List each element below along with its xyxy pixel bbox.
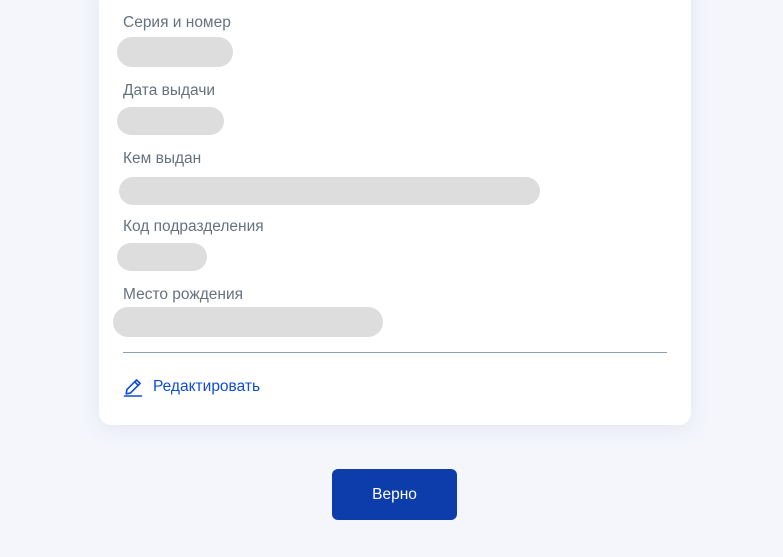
- edit-link[interactable]: Редактировать: [123, 376, 260, 398]
- birthplace-label: Место рождения: [123, 286, 244, 303]
- pencil-icon: [123, 377, 143, 397]
- issued-by-label: Кем выдан: [123, 150, 202, 167]
- birthplace-value-placeholder: [113, 307, 383, 337]
- series-number-value-placeholder: [117, 37, 233, 67]
- edit-link-label: Редактировать: [153, 378, 261, 395]
- confirm-button[interactable]: Верно: [332, 469, 457, 520]
- passport-details-card: Серия и номер Дата выдачи Кем выдан Код …: [99, 0, 691, 425]
- series-number-label: Серия и номер: [123, 14, 231, 31]
- department-code-value-placeholder: [117, 243, 207, 271]
- issue-date-value-placeholder: [117, 107, 224, 135]
- divider: [123, 352, 667, 353]
- issue-date-label: Дата выдачи: [123, 82, 216, 99]
- department-code-label: Код подразделения: [123, 218, 264, 235]
- issued-by-value-placeholder: [119, 177, 540, 205]
